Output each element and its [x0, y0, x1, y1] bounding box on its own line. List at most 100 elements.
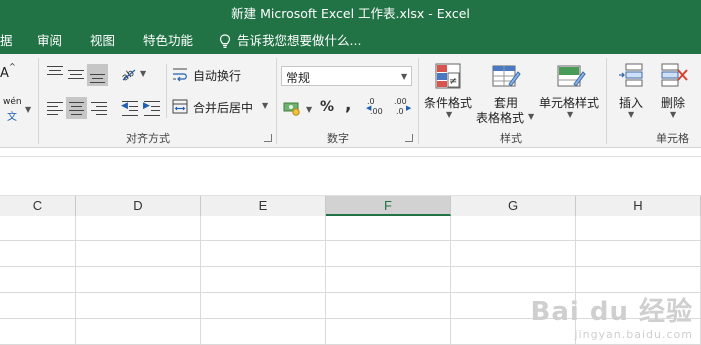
number-launcher-icon[interactable] — [405, 134, 413, 142]
grid-line — [0, 240, 701, 241]
increase-decimal-button[interactable]: .0 .00 ◀ — [366, 97, 389, 121]
wrap-text-icon — [173, 68, 187, 82]
comma-button[interactable]: , — [345, 95, 351, 115]
phonetic-text: wén — [3, 97, 22, 107]
styles-group-label: 样式 — [500, 132, 522, 145]
column-header-d[interactable]: D — [76, 196, 201, 216]
format-as-table-button[interactable]: 套用 表格格式 ▼ — [476, 60, 536, 128]
middle-align-icon[interactable] — [66, 64, 86, 84]
currency-icon — [283, 102, 300, 116]
increase-font-button[interactable]: A ^ — [0, 62, 16, 84]
ribbon-tab-bar: 据 审阅 视图 特色功能 告诉我您想要做什么... — [0, 28, 701, 54]
alignment-group-label: 对齐方式 — [126, 132, 170, 145]
conditional-format-label: 条件格式 — [424, 96, 473, 110]
column-header-g[interactable]: G — [451, 196, 576, 216]
chevron-down-icon: ▼ — [628, 110, 635, 119]
cell-styles-label: 单元格样式 — [539, 96, 600, 110]
currency-button[interactable]: ▼ — [283, 97, 315, 119]
percent-button[interactable]: % — [320, 99, 334, 115]
tab-review[interactable]: 审阅 — [37, 28, 62, 54]
chevron-down-icon: ▼ — [306, 105, 313, 114]
align-left-icon[interactable] — [45, 98, 65, 118]
arrow-right-icon: ▶ — [406, 104, 412, 112]
arrow-left-icon: ◀ — [366, 104, 372, 112]
grid-line — [200, 216, 201, 345]
column-header-c[interactable]: C — [0, 196, 76, 216]
merge-center-button[interactable]: 合并后居中 ▼ — [172, 97, 274, 117]
chevron-down-icon: ▼ — [140, 69, 147, 78]
chevron-down-icon: ▼ — [25, 105, 32, 114]
grid-line — [450, 216, 451, 345]
align-center-icon[interactable] — [66, 97, 87, 119]
caret-up-icon: ^ — [9, 62, 16, 71]
format-table-icon — [492, 65, 521, 87]
divider — [38, 58, 39, 144]
title-bar: 新建 Microsoft Excel 工作表.xlsx - Excel — [0, 0, 701, 28]
number-group-label: 数字 — [327, 132, 349, 145]
svg-text:ab: ab — [120, 68, 137, 82]
grid-line — [0, 266, 701, 267]
delete-cells-icon — [661, 63, 688, 87]
orientation-icon: ab — [120, 68, 137, 82]
chevron-down-icon: ▼ — [670, 110, 677, 119]
watermark-sub: jingyan.baidu.com — [574, 328, 693, 341]
increase-indent-icon[interactable]: ▶ — [142, 98, 162, 118]
cell-styles-icon — [557, 65, 586, 87]
watermark: Bai du 经验 jingyan.baidu.com — [531, 291, 694, 341]
grid-line — [75, 216, 76, 345]
lightbulb-icon — [219, 34, 231, 48]
watermark-main: Bai du 经验 — [530, 297, 693, 327]
insert-label: 插入 — [619, 96, 644, 110]
phonetic-sub: 文 — [7, 112, 17, 123]
cell-styles-button[interactable]: 单元格样式 ▼ — [538, 60, 602, 128]
grid-line — [325, 216, 326, 345]
decrease-decimal-button[interactable]: .00 .0 ▶ — [392, 97, 414, 121]
top-align-icon[interactable] — [45, 64, 65, 84]
ribbon-gap — [0, 148, 701, 156]
tab-features[interactable]: 特色功能 — [143, 28, 193, 54]
increase-decimal-bottom: .00 — [370, 107, 383, 116]
ribbon: A ^ wén 文 ▼ ab ▼ ◀ ▶ 自动换行 合并后居中 ▼ 对齐方式 常… — [0, 54, 701, 148]
merge-center-icon — [172, 99, 188, 114]
decrease-indent-icon[interactable]: ◀ — [120, 98, 140, 118]
format-table-label-2: 表格格式 — [476, 111, 525, 125]
align-right-icon[interactable] — [89, 98, 109, 118]
chevron-down-icon: ▼ — [528, 112, 535, 121]
column-header-f[interactable]: F — [326, 196, 451, 216]
decrease-decimal-bottom: .0 — [396, 107, 404, 116]
column-header-h[interactable]: H — [576, 196, 701, 216]
cells-group-label: 单元格 — [656, 132, 689, 145]
merge-center-label: 合并后居中 — [193, 101, 254, 115]
bottom-align-icon[interactable] — [87, 64, 108, 86]
insert-cells-button[interactable]: 插入 ▼ — [612, 60, 654, 128]
conditional-format-icon: ≠ — [435, 63, 461, 89]
chevron-down-icon: ▼ — [262, 101, 269, 110]
number-format-select[interactable]: 常规 ▼ — [281, 66, 412, 86]
phonetic-guide-button[interactable]: wén 文 ▼ — [0, 97, 36, 127]
chevron-down-icon: ▼ — [401, 72, 408, 81]
column-header-row: C D E F G H — [0, 196, 701, 217]
svg-text:≠: ≠ — [449, 76, 457, 87]
window-title: 新建 Microsoft Excel 工作表.xlsx - Excel — [231, 6, 470, 21]
font-size-glyph: A — [0, 66, 9, 81]
column-header-e[interactable]: E — [201, 196, 326, 216]
chevron-down-icon: ▼ — [567, 110, 574, 119]
chevron-down-icon: ▼ — [446, 110, 453, 119]
divider — [276, 58, 277, 144]
tab-view[interactable]: 视图 — [90, 28, 115, 54]
formula-bar[interactable] — [0, 156, 701, 196]
delete-cells-button[interactable]: 删除 ▼ — [654, 60, 698, 128]
decrease-decimal-top: .00 — [394, 97, 407, 106]
alignment-launcher-icon[interactable] — [264, 134, 272, 142]
delete-label: 删除 — [661, 96, 686, 110]
wrap-text-button[interactable]: 自动换行 — [172, 65, 252, 85]
wrap-text-label: 自动换行 — [193, 69, 242, 83]
divider — [606, 58, 607, 144]
divider — [418, 58, 419, 144]
divider — [166, 64, 167, 118]
tab-data[interactable]: 据 — [0, 28, 13, 54]
tell-me-text: 告诉我您想要做什么... — [237, 33, 362, 48]
number-format-value: 常规 — [286, 71, 311, 85]
conditional-format-button[interactable]: ≠ 条件格式 ▼ — [422, 60, 476, 128]
orientation-button[interactable]: ab ▼ — [120, 64, 148, 84]
